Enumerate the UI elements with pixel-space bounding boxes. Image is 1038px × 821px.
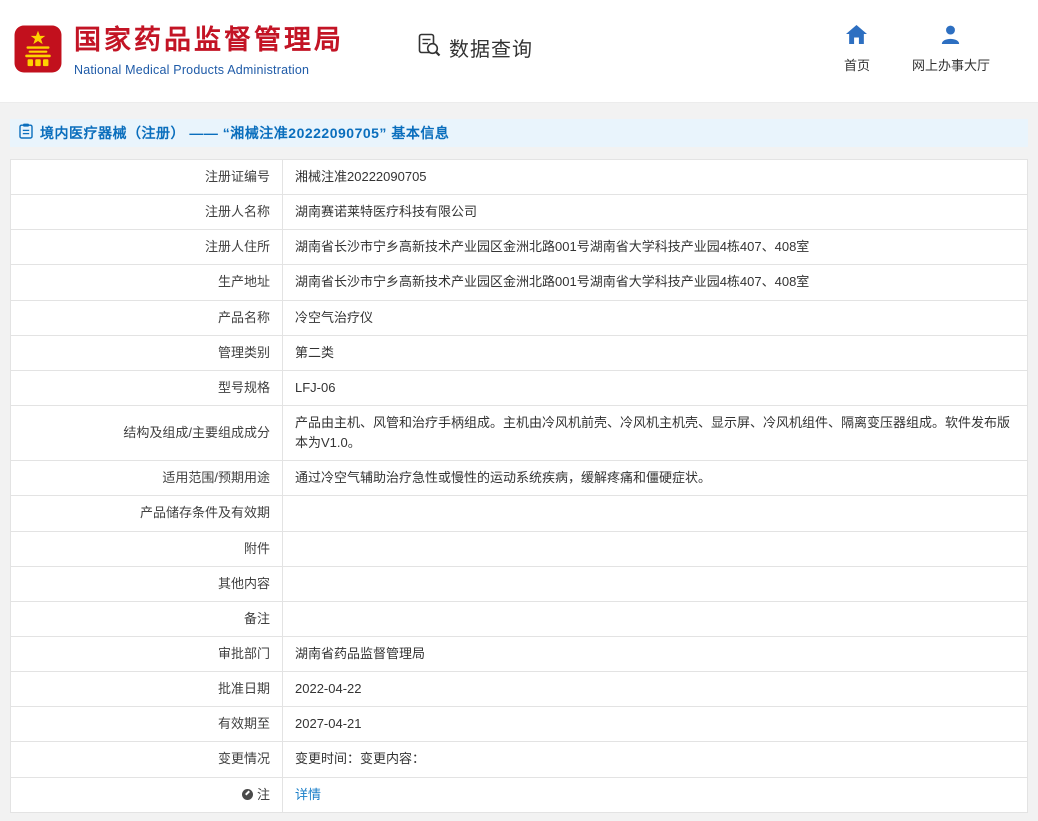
table-row: 变更情况变更时间：变更内容：	[11, 742, 1028, 777]
row-label: 注册人住所	[11, 230, 283, 265]
home-icon	[846, 25, 867, 49]
agency-logo	[14, 25, 62, 78]
main-content: 境内医疗器械（注册） —— “湘械注准20222090705” 基本信息 注册证…	[0, 103, 1038, 821]
nav-home-label: 首页	[844, 55, 870, 74]
data-query-label: 数据查询	[449, 33, 533, 62]
row-value: 第二类	[283, 335, 1028, 370]
row-value: 湖南赛诺莱特医疗科技有限公司	[283, 195, 1028, 230]
table-row: 注详情	[11, 777, 1028, 812]
table-row: 审批部门湖南省药品监督管理局	[11, 636, 1028, 671]
row-label: 有效期至	[11, 707, 283, 742]
data-query-link[interactable]: 数据查询	[416, 32, 533, 63]
note-icon	[242, 789, 253, 800]
row-value	[283, 566, 1028, 601]
row-label: 结构及组成/主要组成成分	[11, 405, 283, 460]
user-icon	[941, 25, 960, 49]
row-label: 注册人名称	[11, 195, 283, 230]
row-value: 通过冷空气辅助治疗急性或慢性的运动系统疾病，缓解疼痛和僵硬症状。	[283, 461, 1028, 496]
table-row: 附件	[11, 531, 1028, 566]
row-label: 管理类别	[11, 335, 283, 370]
nav-item-service-hall[interactable]: 网上办事大厅	[912, 25, 990, 74]
detail-link[interactable]: 详情	[295, 787, 321, 802]
agency-brand: 国家药品监督管理局 National Medical Products Admi…	[74, 25, 344, 76]
table-row: 产品储存条件及有效期	[11, 496, 1028, 531]
header-nav: 首页 网上办事大厅	[844, 25, 990, 74]
nav-item-home[interactable]: 首页	[844, 25, 870, 74]
row-label: 审批部门	[11, 636, 283, 671]
row-value: 湖南省长沙市宁乡高新技术产业园区金洲北路001号湖南省大学科技产业园4栋407、…	[283, 230, 1028, 265]
row-label: 注册证编号	[11, 160, 283, 195]
table-row: 批准日期2022-04-22	[11, 672, 1028, 707]
row-label: 附件	[11, 531, 283, 566]
info-table: 注册证编号湘械注准20222090705注册人名称湖南赛诺莱特医疗科技有限公司注…	[10, 159, 1028, 813]
table-row: 备注	[11, 601, 1028, 636]
agency-name-cn: 国家药品监督管理局	[74, 25, 344, 56]
site-header: 国家药品监督管理局 National Medical Products Admi…	[0, 0, 1038, 103]
row-value	[283, 601, 1028, 636]
table-row: 其他内容	[11, 566, 1028, 601]
table-row: 注册人名称湖南赛诺莱特医疗科技有限公司	[11, 195, 1028, 230]
row-label: 产品名称	[11, 300, 283, 335]
table-row: 管理类别第二类	[11, 335, 1028, 370]
row-label: 注	[11, 777, 283, 812]
table-row: 注册人住所湖南省长沙市宁乡高新技术产业园区金洲北路001号湖南省大学科技产业园4…	[11, 230, 1028, 265]
table-row: 适用范围/预期用途通过冷空气辅助治疗急性或慢性的运动系统疾病，缓解疼痛和僵硬症状…	[11, 461, 1028, 496]
document-icon	[19, 123, 33, 144]
nav-hall-label: 网上办事大厅	[912, 55, 990, 74]
row-label: 其他内容	[11, 566, 283, 601]
row-value: 详情	[283, 777, 1028, 812]
page-title-bar: 境内医疗器械（注册） —— “湘械注准20222090705” 基本信息	[10, 119, 1028, 147]
row-value: 变更时间：变更内容：	[283, 742, 1028, 777]
row-label: 生产地址	[11, 265, 283, 300]
row-label: 备注	[11, 601, 283, 636]
page-title: 境内医疗器械（注册） —— “湘械注准20222090705” 基本信息	[40, 123, 449, 143]
agency-name-en: National Medical Products Administration	[74, 63, 344, 77]
row-value: 2022-04-22	[283, 672, 1028, 707]
row-label: 型号规格	[11, 370, 283, 405]
row-value: 湘械注准20222090705	[283, 160, 1028, 195]
data-query-icon	[416, 32, 442, 63]
table-row: 注册证编号湘械注准20222090705	[11, 160, 1028, 195]
table-row: 生产地址湖南省长沙市宁乡高新技术产业园区金洲北路001号湖南省大学科技产业园4栋…	[11, 265, 1028, 300]
row-value	[283, 496, 1028, 531]
row-value: 湖南省药品监督管理局	[283, 636, 1028, 671]
row-label: 产品储存条件及有效期	[11, 496, 283, 531]
row-value: 产品由主机、风管和治疗手柄组成。主机由冷风机前壳、冷风机主机壳、显示屏、冷风机组…	[283, 405, 1028, 460]
row-value: 湖南省长沙市宁乡高新技术产业园区金洲北路001号湖南省大学科技产业园4栋407、…	[283, 265, 1028, 300]
table-row: 有效期至2027-04-21	[11, 707, 1028, 742]
row-value: 冷空气治疗仪	[283, 300, 1028, 335]
row-label: 批准日期	[11, 672, 283, 707]
row-value: 2027-04-21	[283, 707, 1028, 742]
row-label: 变更情况	[11, 742, 283, 777]
national-emblem-icon	[14, 25, 62, 73]
table-row: 产品名称冷空气治疗仪	[11, 300, 1028, 335]
row-label: 适用范围/预期用途	[11, 461, 283, 496]
table-row: 型号规格LFJ-06	[11, 370, 1028, 405]
info-table-body: 注册证编号湘械注准20222090705注册人名称湖南赛诺莱特医疗科技有限公司注…	[11, 160, 1028, 813]
row-value	[283, 531, 1028, 566]
row-value: LFJ-06	[283, 370, 1028, 405]
table-row: 结构及组成/主要组成成分产品由主机、风管和治疗手柄组成。主机由冷风机前壳、冷风机…	[11, 405, 1028, 460]
